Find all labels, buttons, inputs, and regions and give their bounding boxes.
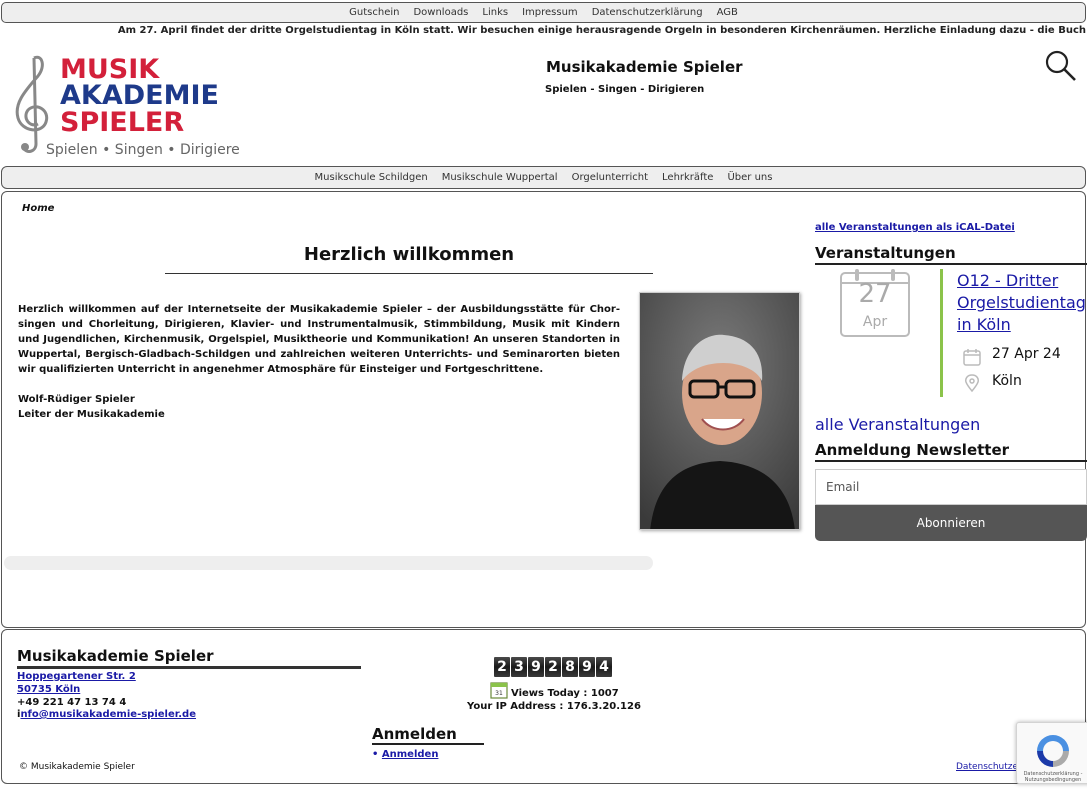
event-day: 27 xyxy=(858,279,892,309)
site-title: Musikakademie Spieler xyxy=(546,58,743,76)
event-month: Apr xyxy=(862,314,888,330)
footer-email-row: info@musikakademie-spieler.de xyxy=(17,709,196,720)
topnav-links[interactable]: Links xyxy=(475,7,515,18)
footer-city-link[interactable]: 50735 Köln xyxy=(17,684,80,695)
svg-text:31: 31 xyxy=(495,690,503,697)
date-icon xyxy=(963,349,981,366)
counter-digit: 9 xyxy=(579,657,595,677)
all-events-link[interactable]: alle Veranstaltungen xyxy=(815,415,980,434)
nav-musikschule-schildgen[interactable]: Musikschule Schildgen xyxy=(308,172,435,183)
login-bullet: • xyxy=(372,749,379,760)
counter-digit: 8 xyxy=(562,657,578,677)
recaptcha-icon xyxy=(1037,735,1069,767)
views-today: Views Today : 1007 xyxy=(511,688,619,699)
search-icon[interactable] xyxy=(1045,50,1077,82)
top-nav: Gutschein Downloads Links Impressum Date… xyxy=(1,2,1086,23)
topnav-agb[interactable]: AGB xyxy=(710,7,745,18)
svg-text:Spielen • Singen • Dirigieren: Spielen • Singen • Dirigieren xyxy=(46,142,240,158)
portrait-photo xyxy=(639,292,800,530)
counter-digit: 4 xyxy=(596,657,612,677)
subscribe-button[interactable]: Abonnieren xyxy=(815,505,1087,541)
calendar-stat-icon: 31 xyxy=(490,682,508,699)
nav-lehrkraefte[interactable]: Lehrkräfte xyxy=(655,172,720,183)
horizontal-scrollbar[interactable] xyxy=(4,556,653,570)
nav-orgelunterricht[interactable]: Orgelunterricht xyxy=(565,172,655,183)
ical-link[interactable]: alle Veranstaltungen als iCAL-Datei xyxy=(815,222,1015,233)
events-heading: Veranstaltungen xyxy=(815,244,1087,265)
footer-street-link[interactable]: Hoppegartener Str. 2 xyxy=(17,671,136,682)
newsletter-email-field[interactable] xyxy=(815,469,1087,505)
counter-digit: 2 xyxy=(545,657,561,677)
counter-digit: 3 xyxy=(511,657,527,677)
event-place: Köln xyxy=(992,373,1022,389)
main-content: Home Herzlich willkommen Herzlich willko… xyxy=(1,191,1087,628)
footer: Musikakademie Spieler Hoppegartener Str.… xyxy=(1,629,1086,784)
event-date: 27 Apr 24 xyxy=(992,346,1061,362)
footer-phone: +49 221 47 13 74 4 xyxy=(17,697,127,708)
signature: Wolf-Rüdiger Spieler Leiter der Musikaka… xyxy=(18,392,165,422)
nav-ueber-uns[interactable]: Über uns xyxy=(720,172,779,183)
topnav-datenschutz[interactable]: Datenschutzerklärung xyxy=(585,7,710,18)
main-nav: Musikschule Schildgen Musikschule Wupper… xyxy=(1,166,1086,189)
treble-clef-icon xyxy=(15,55,49,153)
page-title: Herzlich willkommen xyxy=(165,244,653,274)
nav-musikschule-wuppertal[interactable]: Musikschule Wuppertal xyxy=(435,172,565,183)
breadcrumb[interactable]: Home xyxy=(22,203,54,214)
counter-digit: 9 xyxy=(528,657,544,677)
visitor-counter: 2 3 9 2 8 9 4 xyxy=(494,657,612,677)
event-accent-bar xyxy=(940,269,943,397)
ip-address: Your IP Address : 176.3.20.126 xyxy=(467,701,641,712)
recaptcha-text: Datenschutzerklärung - Nutzungsbedingung… xyxy=(1023,771,1083,783)
footer-email-link[interactable]: nfo@musikakademie-spieler.de xyxy=(20,709,196,720)
login-row: • Anmelden xyxy=(372,749,438,760)
newsletter-heading: Anmeldung Newsletter xyxy=(815,441,1087,462)
news-ticker: Am 27. April findet der dritte Orgelstud… xyxy=(117,25,1086,36)
counter-digit: 2 xyxy=(494,657,510,677)
topnav-impressum[interactable]: Impressum xyxy=(515,7,585,18)
site-logo[interactable]: MUSIK AKADEMIE SPIELER Spielen • Singen … xyxy=(12,52,249,160)
copyright: © Musikakademie Spieler xyxy=(19,762,135,772)
intro-text: Herzlich willkommen auf der Internetseit… xyxy=(18,304,620,375)
site-tagline: Spielen - Singen - Dirigieren xyxy=(545,84,705,95)
event-title-link[interactable]: O12 - Dritter Orgelstudientag in Köln xyxy=(957,270,1087,336)
login-link[interactable]: Anmelden xyxy=(382,749,439,760)
svg-text:SPIELER: SPIELER xyxy=(60,107,184,138)
login-heading: Anmelden xyxy=(372,725,484,745)
location-pin-icon xyxy=(965,374,979,393)
topnav-downloads[interactable]: Downloads xyxy=(406,7,475,18)
topnav-gutschein[interactable]: Gutschein xyxy=(342,7,406,18)
event-item: 27 Apr O12 - Dritter Orgelstudientag in … xyxy=(815,269,1087,399)
signature-role: Leiter der Musikakademie xyxy=(18,409,165,420)
footer-title: Musikakademie Spieler xyxy=(17,647,361,669)
recaptcha-badge[interactable]: Datenschutzerklärung - Nutzungsbedingung… xyxy=(1016,722,1087,784)
footer-privacy-link[interactable]: Datenschutze xyxy=(956,762,1018,772)
signature-name: Wolf-Rüdiger Spieler xyxy=(18,394,135,405)
